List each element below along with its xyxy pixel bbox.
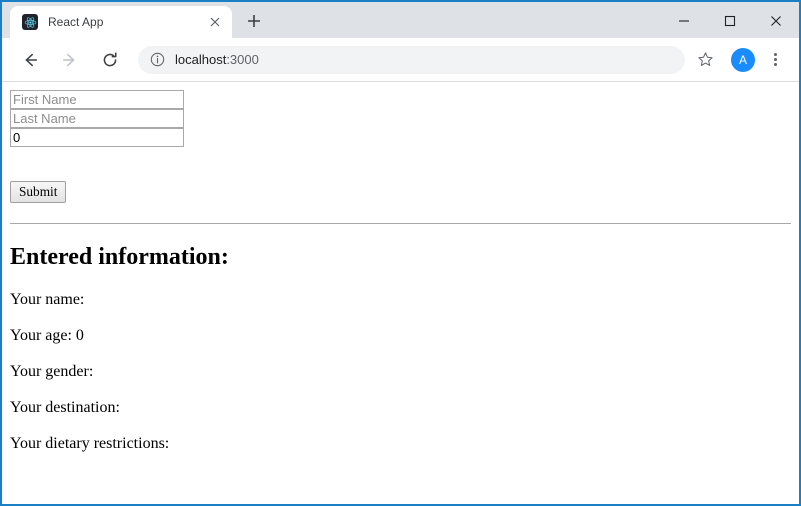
result-your-dietary-restrictions: Your dietary restrictions: — [10, 435, 170, 452]
three-dots-vertical-icon[interactable] — [763, 46, 787, 74]
browser-toolbar: localhost:3000 A — [2, 38, 799, 82]
avatar[interactable]: A — [731, 47, 755, 72]
url-port: :3000 — [226, 52, 259, 67]
back-button[interactable] — [15, 45, 45, 75]
last-name-input[interactable] — [10, 109, 184, 128]
results-divider — [10, 223, 791, 224]
tab-title: React App — [48, 15, 104, 29]
titlebar: React App — [2, 0, 799, 38]
new-tab-button[interactable] — [240, 7, 268, 35]
result-your-age: Your age: 0 — [10, 327, 84, 344]
react-logo-icon — [22, 14, 38, 30]
menu-dot — [773, 63, 777, 66]
result-your-gender: Your gender: — [10, 363, 94, 380]
submit-button[interactable]: Submit — [10, 181, 67, 203]
result-your-destination: Your destination: — [10, 399, 120, 416]
forward-button[interactable] — [55, 45, 85, 75]
age-input[interactable] — [10, 128, 184, 147]
page-title: Entered information: — [10, 244, 229, 270]
menu-dot — [773, 53, 777, 56]
tab-strip: React App — [2, 2, 268, 38]
url-text: localhost:3000 — [175, 52, 259, 67]
window-controls — [661, 2, 799, 40]
close-window-button[interactable] — [753, 2, 799, 40]
page-content: Submit Entered information: Your name: Y… — [2, 82, 799, 504]
info-circle-icon[interactable] — [150, 52, 165, 67]
url-host: localhost — [175, 52, 227, 67]
avatar-initial: A — [738, 52, 747, 67]
maximize-button[interactable] — [707, 2, 753, 40]
menu-dot — [773, 58, 777, 61]
first-name-input[interactable] — [10, 90, 184, 109]
star-outline-icon[interactable] — [691, 46, 719, 74]
browser-tab-react-app[interactable]: React App — [10, 6, 232, 38]
minimize-button[interactable] — [661, 2, 707, 40]
address-bar[interactable]: localhost:3000 — [138, 45, 685, 74]
result-your-name: Your name: — [10, 291, 85, 308]
signup-form: Submit — [10, 90, 791, 203]
reload-button[interactable] — [95, 45, 125, 75]
browser-window: React App localhost:3000 A First Name La… — [0, 0, 801, 506]
close-icon[interactable] — [206, 13, 224, 31]
